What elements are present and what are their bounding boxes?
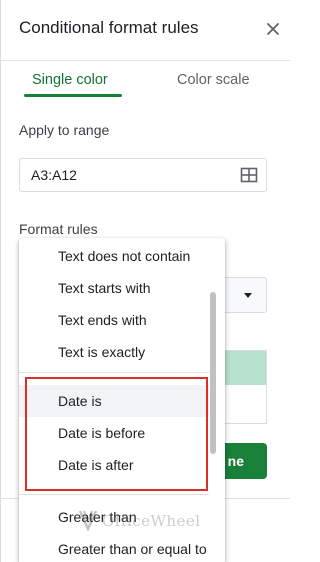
grid-icon[interactable] [240,166,258,184]
watermark-text: OfficeWheel [102,512,201,530]
close-icon[interactable] [263,19,283,39]
officewheel-logo-icon [78,510,98,531]
highlight-annotation-box [25,377,208,491]
menu-item-label: Text is exactly [58,344,146,360]
menu-separator [19,372,209,373]
menu-separator [19,494,209,495]
menu-item-text-does-not-contain[interactable]: Text does not contain [19,240,209,272]
panel-header: Conditional format rules [0,0,290,61]
menu-item-text-ends-with[interactable]: Text ends with [19,304,209,336]
range-value: A3:A12 [31,167,77,183]
menu-item-label: Text does not contain [58,248,191,264]
tab-single-color[interactable]: Single color [32,72,108,88]
menu-item-greater-than-or-equal-to[interactable]: Greater than or equal to [19,533,209,562]
menu-item-text-is-exactly[interactable]: Text is exactly [19,336,209,368]
range-input[interactable]: A3:A12 [19,158,267,192]
menu-item-text-starts-with[interactable]: Text starts with [19,272,209,304]
dropdown-scrollbar[interactable] [210,292,216,454]
done-button-label: ne [227,453,244,469]
panel-title: Conditional format rules [19,18,199,37]
dropdown-caret-icon [244,293,252,298]
format-rules-label: Format rules [19,221,98,237]
apply-to-range-label: Apply to range [19,122,110,138]
tab-color-scale[interactable]: Color scale [177,72,250,88]
menu-item-label: Text ends with [58,312,147,328]
watermark: OfficeWheel [78,506,218,536]
menu-item-label: Text starts with [58,280,151,296]
active-tab-indicator [24,94,122,97]
menu-item-label: Greater than or equal to [58,541,207,557]
